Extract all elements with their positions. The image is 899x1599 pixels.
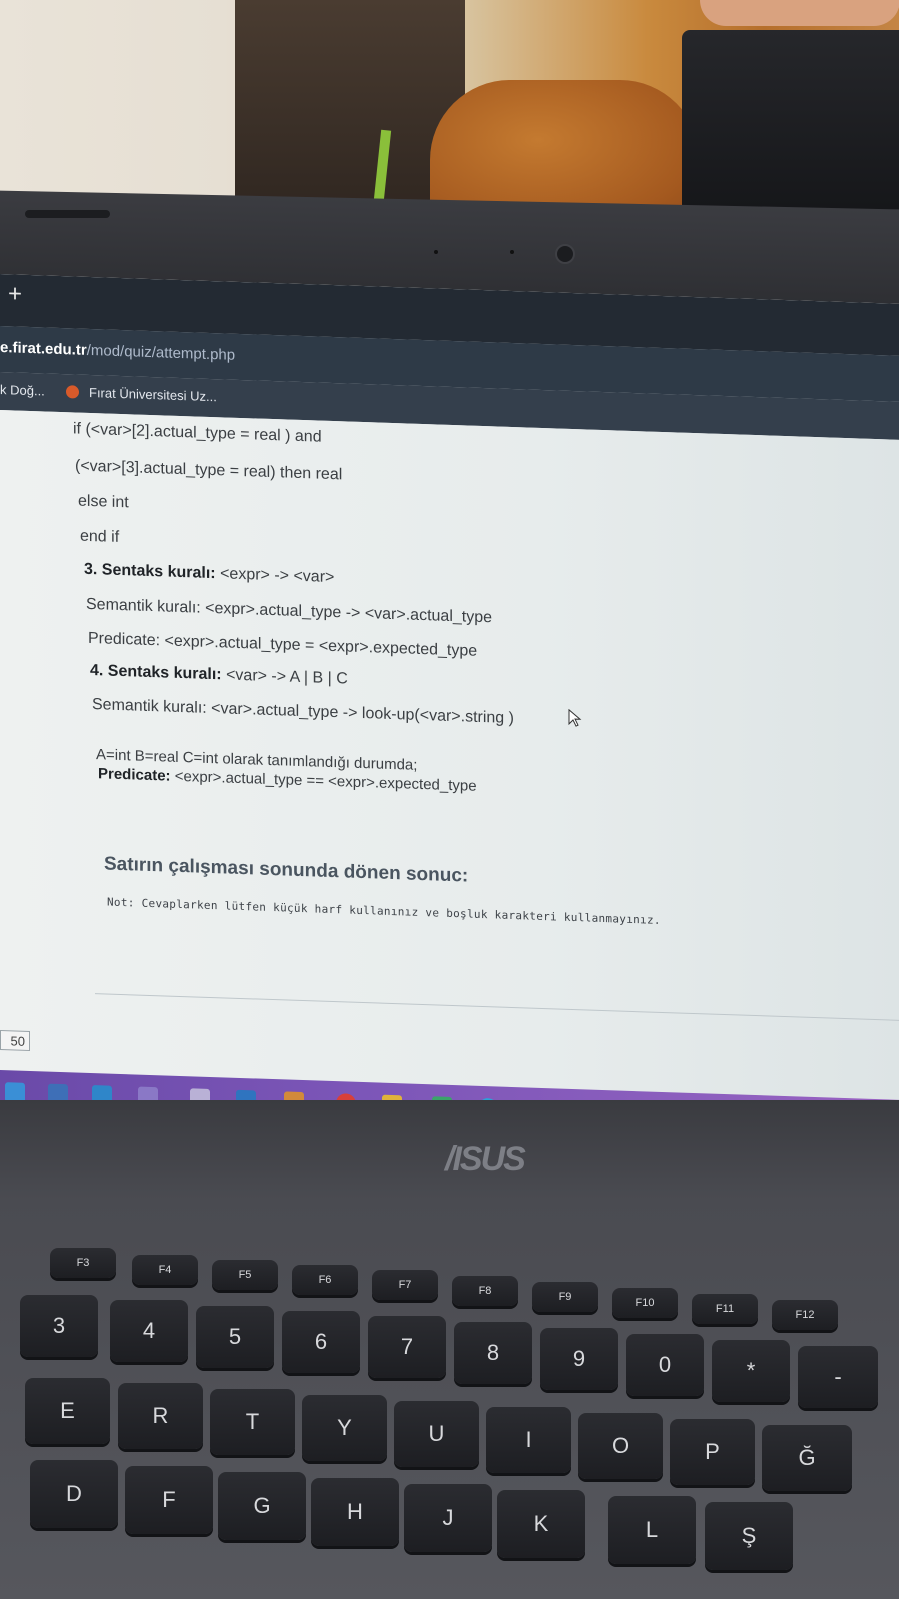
url-path: /mod/quiz/attempt.php [86, 341, 236, 364]
key-j[interactable]: J [404, 1484, 492, 1552]
bookmark-2-label: Fırat Üniversitesi Uz... [89, 384, 217, 405]
predicate-text: <expr>.actual_type == <expr>.expected_ty… [170, 767, 477, 795]
key-e[interactable]: E [25, 1378, 110, 1444]
key-p[interactable]: P [670, 1419, 755, 1485]
quiz-page: if (<var>[2].actual_type = real ) and (<… [0, 410, 899, 1100]
webcam [555, 244, 575, 264]
rule4-syntax-text: <var> -> A | B | C [221, 666, 348, 688]
key-i[interactable]: I [486, 1407, 571, 1473]
url-text[interactable]: e.firat.edu.tr/mod/quiz/attempt.php [0, 339, 235, 364]
rule3-predicate: Predicate: <expr>.actual_type = <expr>.e… [88, 629, 478, 660]
key-8[interactable]: 8 [454, 1322, 532, 1384]
key-f11[interactable]: F11 [692, 1294, 758, 1324]
bookmark-1[interactable]: k Doğ... [0, 382, 45, 398]
question-content: if (<var>[2].actual_type = real ) and (<… [0, 410, 899, 1080]
key-f7[interactable]: F7 [372, 1270, 438, 1300]
code-line-3: else int [78, 492, 129, 512]
predicate-line: Predicate: <expr>.actual_type == <expr>.… [98, 765, 477, 795]
code-line-4: end if [80, 527, 120, 546]
key-9[interactable]: 9 [540, 1328, 618, 1390]
predicate-label: Predicate: [98, 765, 171, 785]
key-f12[interactable]: F12 [772, 1300, 838, 1330]
key-0[interactable]: 0 [626, 1334, 704, 1396]
key-3[interactable]: 3 [20, 1295, 98, 1357]
site-favicon-icon [66, 385, 79, 399]
rule3-semantic: Semantik kuralı: <expr>.actual_type -> <… [86, 595, 493, 627]
key-asterisk[interactable]: * [712, 1340, 790, 1402]
new-tab-button[interactable]: + [8, 280, 22, 307]
key-5[interactable]: 5 [196, 1306, 274, 1368]
key-y[interactable]: Y [302, 1395, 387, 1461]
mouse-pointer-icon [568, 708, 582, 727]
zoom-badge: 50 [0, 1030, 30, 1051]
key-7[interactable]: 7 [368, 1316, 446, 1378]
hand [700, 0, 899, 26]
url-host: e.firat.edu.tr [0, 339, 87, 359]
key-o[interactable]: O [578, 1413, 663, 1479]
key-r[interactable]: R [118, 1383, 203, 1449]
laptop-screen: + e.firat.edu.tr/mod/quiz/attempt.php k … [0, 274, 899, 1134]
sensor-dot [510, 250, 514, 254]
rule3-syntax: 3. Sentaks kuralı: <expr> -> <var> [84, 561, 334, 587]
mic-dot [434, 250, 438, 254]
rule4-title: 4. Sentaks kuralı: [90, 661, 222, 684]
rule4-syntax: 4. Sentaks kuralı: <var> -> A | B | C [90, 662, 348, 689]
key-f8[interactable]: F8 [452, 1276, 518, 1306]
key-h[interactable]: H [311, 1478, 399, 1546]
key-g[interactable]: G [218, 1472, 306, 1540]
key-4[interactable]: 4 [110, 1300, 188, 1362]
key-s-cedilla[interactable]: Ş [705, 1502, 793, 1570]
key-t[interactable]: T [210, 1389, 295, 1455]
key-g-breve[interactable]: Ğ [762, 1425, 852, 1491]
bezel-slot [25, 210, 110, 218]
key-f3[interactable]: F3 [50, 1248, 116, 1278]
key-k[interactable]: K [497, 1490, 585, 1558]
key-u[interactable]: U [394, 1401, 479, 1467]
key-l[interactable]: L [608, 1496, 696, 1564]
key-f6[interactable]: F6 [292, 1265, 358, 1295]
rule4-semantic: Semantik kuralı: <var>.actual_type -> lo… [92, 696, 514, 728]
rule3-syntax-text: <expr> -> <var> [215, 565, 335, 587]
answer-note: Not: Cevaplarken lütfen küçük harf kulla… [107, 895, 661, 927]
key-minus[interactable]: - [798, 1346, 878, 1408]
answer-separator [95, 993, 899, 1021]
code-line-1: if (<var>[2].actual_type = real ) and [73, 420, 322, 446]
code-line-2: (<var>[3].actual_type = real) then real [75, 457, 343, 484]
key-f5[interactable]: F5 [212, 1260, 278, 1290]
brand-logo: /ISUS [445, 1140, 526, 1178]
key-f[interactable]: F [125, 1466, 213, 1534]
rule3-title: 3. Sentaks kuralı: [84, 560, 216, 583]
key-f4[interactable]: F4 [132, 1255, 198, 1285]
result-heading: Satırın çalışması sonunda dönen sonuc: [104, 853, 469, 887]
key-f10[interactable]: F10 [612, 1288, 678, 1318]
key-f9[interactable]: F9 [532, 1282, 598, 1312]
key-6[interactable]: 6 [282, 1311, 360, 1373]
black-box [682, 30, 899, 230]
bookmark-2[interactable]: Fırat Üniversitesi Uz... [66, 384, 217, 404]
key-d[interactable]: D [30, 1460, 118, 1528]
